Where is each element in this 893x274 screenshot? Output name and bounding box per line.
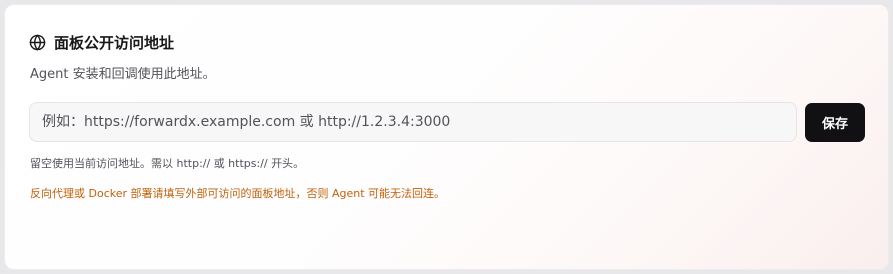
section-header: 面板公开访问地址 <box>29 31 174 53</box>
proxy-warning-text: 反向代理或 Docker 部署请填写外部可访问的面板地址，否则 Agent 可能… <box>30 187 446 200</box>
globe-icon <box>29 34 46 51</box>
public-url-settings-card: 面板公开访问地址 Agent 安装和回调使用此地址。 保存 留空使用当前访问地址… <box>4 4 889 270</box>
public-url-input[interactable] <box>29 102 797 142</box>
section-title: 面板公开访问地址 <box>54 33 175 52</box>
section-description: Agent 安装和回调使用此地址。 <box>30 67 216 82</box>
save-button[interactable]: 保存 <box>805 103 865 142</box>
input-hint-text: 留空使用当前访问地址。需以 http:// 或 https:// 开头。 <box>30 157 305 170</box>
